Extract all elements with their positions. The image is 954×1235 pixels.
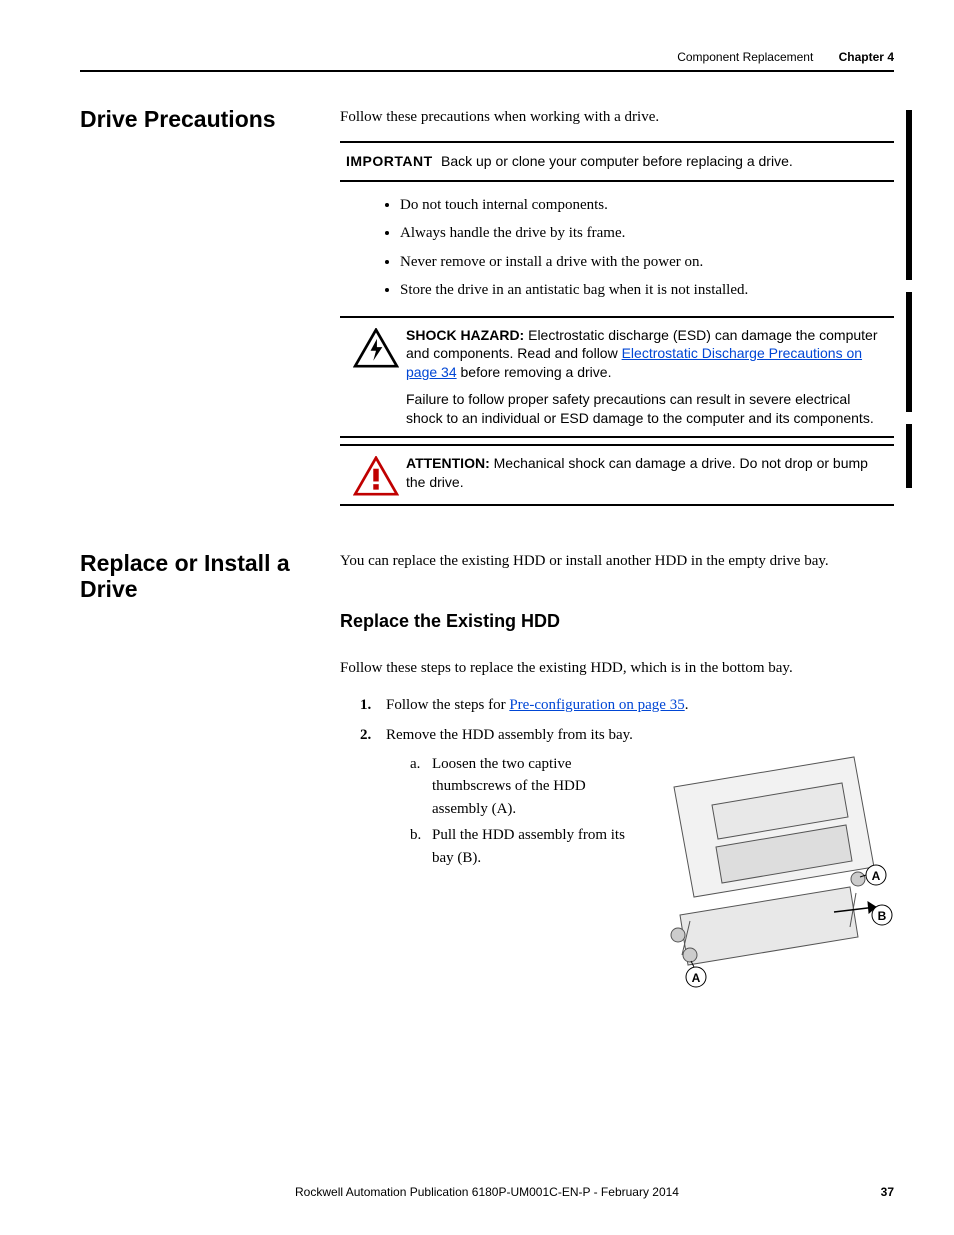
chapter-title: Component Replacement bbox=[677, 50, 813, 64]
section2-intro: You can replace the existing HDD or inst… bbox=[340, 550, 894, 573]
chapter-label: Chapter 4 bbox=[839, 50, 894, 64]
step-item: 2. Remove the HDD assembly from its bay.… bbox=[360, 724, 894, 1014]
attention-text: ATTENTION: Mechanical shock can damage a… bbox=[406, 454, 888, 492]
callout-A: A bbox=[872, 869, 881, 883]
shock-hazard-box: SHOCK HAZARD: Electrostatic discharge (E… bbox=[340, 316, 894, 438]
section-title: Drive Precautions bbox=[80, 106, 340, 132]
subheading-replace-hdd: Replace the Existing HDD bbox=[340, 608, 894, 635]
shock-hazard-icon bbox=[346, 326, 406, 368]
steps-list: 1. Follow the steps for Pre-configuratio… bbox=[340, 694, 894, 1015]
page-header: Component Replacement Chapter 4 bbox=[80, 50, 894, 72]
bullet-item: Always handle the drive by its frame. bbox=[400, 222, 894, 245]
shock-para2: Failure to follow proper safety precauti… bbox=[406, 390, 888, 428]
section-replace-drive: Replace or Install a Drive You can repla… bbox=[80, 550, 894, 1029]
important-label: IMPORTANT bbox=[340, 151, 441, 172]
substep-text: Loosen the two captive thumbscrews of th… bbox=[432, 756, 586, 817]
page-footer: Rockwell Automation Publication 6180P-UM… bbox=[80, 1185, 894, 1199]
callout-A-2: A bbox=[692, 971, 701, 985]
bullet-item: Store the drive in an antistatic bag whe… bbox=[400, 279, 894, 302]
shock-hazard-text: SHOCK HAZARD: Electrostatic discharge (E… bbox=[406, 326, 888, 428]
precaution-bullets: Do not touch internal components. Always… bbox=[340, 194, 894, 302]
preconfig-link[interactable]: Pre-configuration on page 35 bbox=[509, 697, 684, 713]
step2-text: Remove the HDD assembly from its bay. bbox=[386, 727, 633, 743]
section-title: Replace or Install a Drive bbox=[80, 550, 340, 603]
important-text: Back up or clone your computer before re… bbox=[441, 151, 894, 172]
intro-text: Follow these precautions when working wi… bbox=[340, 106, 894, 129]
substep-item: b.Pull the HDD assembly from its bay (B)… bbox=[410, 824, 632, 869]
step1-text-a: Follow the steps for bbox=[386, 697, 509, 713]
accent-bar bbox=[906, 424, 912, 488]
step1-text-b: . bbox=[685, 697, 689, 713]
shock-text-b: before removing a drive. bbox=[457, 364, 612, 380]
attention-label: ATTENTION: bbox=[406, 455, 490, 471]
substeps-list: a.Loosen the two captive thumbscrews of … bbox=[386, 753, 632, 870]
publication-text: Rockwell Automation Publication 6180P-UM… bbox=[120, 1185, 854, 1199]
sub-intro: Follow these steps to replace the existi… bbox=[340, 657, 894, 680]
important-callout: IMPORTANT Back up or clone your computer… bbox=[340, 141, 894, 182]
section-drive-precautions: Drive Precautions Follow these precautio… bbox=[80, 106, 894, 512]
accent-bar bbox=[906, 292, 912, 412]
bullet-item: Do not touch internal components. bbox=[400, 194, 894, 217]
substep-text: Pull the HDD assembly from its bay (B). bbox=[432, 827, 625, 866]
shock-hazard-label: SHOCK HAZARD: bbox=[406, 327, 524, 343]
hdd-assembly-figure: A B A bbox=[644, 747, 894, 1007]
attention-icon bbox=[346, 454, 406, 496]
bullet-item: Never remove or install a drive with the… bbox=[400, 251, 894, 274]
accent-bar bbox=[906, 110, 912, 280]
step-item: 1. Follow the steps for Pre-configuratio… bbox=[360, 694, 894, 717]
substep-item: a.Loosen the two captive thumbscrews of … bbox=[410, 753, 632, 821]
page-number: 37 bbox=[854, 1185, 894, 1199]
callout-B: B bbox=[878, 909, 887, 923]
attention-box: ATTENTION: Mechanical shock can damage a… bbox=[340, 444, 894, 506]
